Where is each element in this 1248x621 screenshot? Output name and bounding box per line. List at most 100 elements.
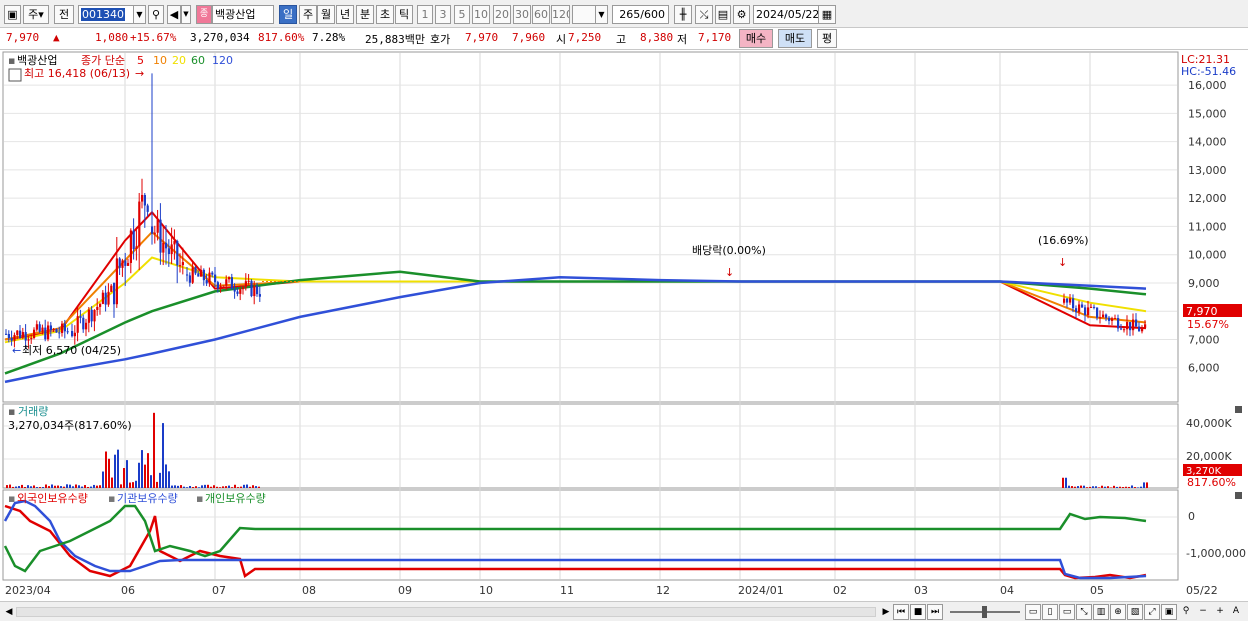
scroll-track[interactable] xyxy=(16,607,876,617)
volume-bar xyxy=(1122,487,1124,488)
interval-button-120[interactable]: 120 xyxy=(551,5,570,24)
volume-bar xyxy=(225,486,227,488)
volume-bar xyxy=(1110,487,1112,488)
draw-4-icon[interactable]: ▧ xyxy=(1127,604,1143,620)
candle-body xyxy=(85,322,88,330)
candle-body xyxy=(239,289,242,294)
candle-body xyxy=(1099,317,1102,319)
timeframe-tab-3[interactable]: 년 xyxy=(336,5,354,24)
export-icon[interactable]: ▣ xyxy=(1161,604,1177,620)
volume-bar xyxy=(18,486,20,488)
interval-dropdown-icon[interactable]: ▼ xyxy=(595,5,608,24)
scroll-right-icon[interactable]: ▶ xyxy=(879,605,893,619)
draw-5-icon[interactable]: ⤢ xyxy=(1144,604,1160,620)
prev-button[interactable]: 전 xyxy=(54,5,74,24)
volume-bar xyxy=(66,484,68,488)
candle-icon[interactable]: ╫ xyxy=(674,5,692,24)
save-icon[interactable]: ▤ xyxy=(715,5,731,24)
code-dropdown-icon[interactable]: ▼ xyxy=(133,5,146,24)
candle-body xyxy=(1144,324,1147,328)
draw-3-icon[interactable]: ⊕ xyxy=(1110,604,1126,620)
font-size-icon[interactable]: A xyxy=(1228,604,1244,620)
legend-label: 종가 단순 xyxy=(81,54,125,67)
last-page-icon[interactable]: ⏭ xyxy=(927,604,943,620)
timeframe-tab-1[interactable]: 주 xyxy=(299,5,317,24)
candle-body xyxy=(208,272,211,284)
draw-2-icon[interactable]: ▥ xyxy=(1093,604,1109,620)
volume-bar xyxy=(102,471,104,488)
zoom-icon[interactable]: ⚲ xyxy=(1178,604,1194,620)
layout-2-icon[interactable]: ▯ xyxy=(1042,604,1058,620)
draw-1-icon[interactable]: ⤡ xyxy=(1076,604,1092,620)
timeframe-tab-4[interactable]: 분 xyxy=(356,5,374,24)
period-select[interactable]: 주▾ xyxy=(23,5,49,24)
zoom-slider-handle[interactable] xyxy=(982,606,987,618)
ma-legend-20: 20 xyxy=(172,54,186,67)
date-field[interactable]: 2024/05/22 xyxy=(753,5,819,24)
volume-bar xyxy=(207,484,209,488)
volume-bar xyxy=(147,453,149,488)
candle-body xyxy=(16,330,19,335)
sell-button[interactable]: 매도 xyxy=(778,29,812,48)
candle-body xyxy=(1090,306,1093,308)
layout-1-icon[interactable]: ▭ xyxy=(1025,604,1041,620)
ma-legend-60: 60 xyxy=(191,54,205,67)
calendar-icon[interactable]: ▦ xyxy=(818,5,836,24)
timeframe-tab-0[interactable]: 일 xyxy=(279,5,297,24)
scroll-left-icon[interactable]: ◀ xyxy=(2,605,16,619)
interval-button-10[interactable]: 10 xyxy=(472,5,490,24)
price-y-tick-10: 6,000 xyxy=(1188,362,1220,375)
low-note: 최저 6,570 (04/25) xyxy=(22,344,121,357)
volume-bar xyxy=(195,486,197,488)
candle-body xyxy=(143,194,146,206)
speaker-dropdown-icon[interactable]: ▼ xyxy=(181,5,191,24)
interval-button-20[interactable]: 20 xyxy=(493,5,511,24)
volume-bar xyxy=(1068,485,1070,488)
volume-bar xyxy=(126,460,128,488)
x-axis-label-9: 02 xyxy=(833,584,847,597)
interval-button-30[interactable]: 30 xyxy=(513,5,531,24)
buy-button[interactable]: 매수 xyxy=(739,29,773,48)
count-field[interactable]: 265/600 xyxy=(612,5,669,24)
chart-area[interactable]: ▪ 백광산업 종가 단순 5 10 20 60 120 최고 16,418 (06/13… xyxy=(0,51,1248,601)
toolbar: ▣ 주▾ 전 001340 ▼ ⚲ ◀ ▼ 종 백광산업 ▼ 265/600 ╫… xyxy=(0,0,1248,28)
volume-bar xyxy=(1065,477,1067,488)
candle-body xyxy=(1108,317,1111,321)
candle-body xyxy=(1063,298,1066,303)
first-page-icon[interactable]: ⏮ xyxy=(893,604,909,620)
search-icon[interactable]: ⚲ xyxy=(148,5,164,24)
interval-button-1[interactable]: 1 xyxy=(417,5,433,24)
volume-bar xyxy=(1080,485,1082,488)
volume-bar xyxy=(42,487,44,488)
stock-name-field[interactable]: 백광산업 xyxy=(212,5,274,24)
candle-body xyxy=(87,309,90,323)
volume-bar xyxy=(237,487,239,488)
timeframe-tab-5[interactable]: 초 xyxy=(376,5,394,24)
low-label: 저 xyxy=(677,33,688,46)
volume-bar xyxy=(117,449,119,488)
interval-button-60[interactable]: 60 xyxy=(532,5,550,24)
crosshair-icon[interactable]: ⤯ xyxy=(695,5,713,24)
stock-chart-svg[interactable]: ▪ 백광산업 종가 단순 5 10 20 60 120 최고 16,418 (06/13… xyxy=(0,51,1248,601)
zoom-out-icon[interactable]: − xyxy=(1195,604,1211,620)
stock-code-input[interactable]: 001340 xyxy=(78,5,134,24)
gear-icon[interactable]: ⚙ xyxy=(733,5,750,24)
volume-bar xyxy=(1125,486,1127,488)
layout-3-icon[interactable]: ▭ xyxy=(1059,604,1075,620)
interval-button-3[interactable]: 3 xyxy=(435,5,451,24)
interval-button-5[interactable]: 5 xyxy=(454,5,470,24)
layout-icon[interactable]: ▣ xyxy=(4,5,21,24)
timeframe-tab-6[interactable]: 틱 xyxy=(395,5,413,24)
volume-bar xyxy=(105,451,107,488)
candle-body xyxy=(1078,304,1081,313)
holdings-legend-1: 기관보유수량 xyxy=(117,492,178,505)
timeframe-tab-2[interactable]: 월 xyxy=(317,5,335,24)
candle-body xyxy=(242,287,245,290)
speaker-icon[interactable]: ◀ xyxy=(167,5,181,24)
holdings-panel-close-icon xyxy=(1235,492,1242,499)
avg-button[interactable]: 평 xyxy=(817,29,837,48)
volume-bar xyxy=(1143,482,1145,488)
zoom-in-icon[interactable]: + xyxy=(1212,604,1228,620)
volume-bar xyxy=(249,486,251,488)
stop-icon[interactable]: ■ xyxy=(910,604,926,620)
